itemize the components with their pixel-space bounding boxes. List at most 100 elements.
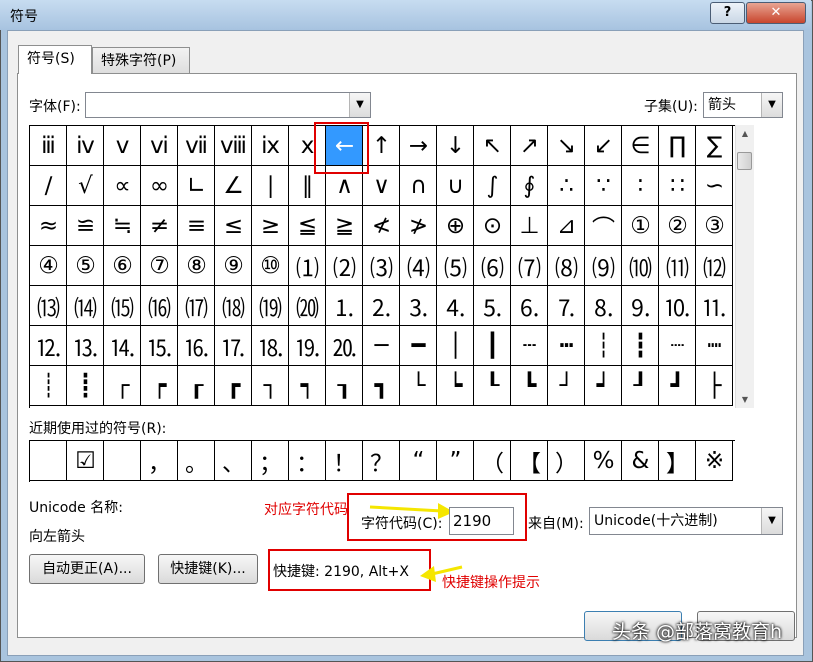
subset-select[interactable]: 箭头 ▼ xyxy=(703,92,783,118)
symbol-cell[interactable]: ⒊ xyxy=(400,286,437,326)
symbol-cell[interactable]: ┅ xyxy=(548,326,585,366)
symbol-cell[interactable]: ┃ xyxy=(474,326,511,366)
symbol-cell[interactable]: ⅳ xyxy=(67,126,104,166)
recent-symbol-cell[interactable]: “ xyxy=(400,441,437,481)
recent-symbol-cell[interactable] xyxy=(30,441,67,481)
recent-symbol-cell[interactable]: ； xyxy=(252,441,289,481)
symbol-cell[interactable]: ┕ xyxy=(437,366,474,406)
symbol-cell[interactable]: ┉ xyxy=(696,326,733,366)
symbol-cell[interactable]: ┇ xyxy=(622,326,659,366)
symbol-cell[interactable]: ┍ xyxy=(141,366,178,406)
symbol-cell[interactable]: ∷ xyxy=(659,166,696,206)
symbol-cell[interactable]: ⒄ xyxy=(178,286,215,326)
symbol-cell[interactable]: ∪ xyxy=(437,166,474,206)
symbol-cell[interactable]: ∽ xyxy=(696,166,733,206)
symbol-cell[interactable]: ∩ xyxy=(400,166,437,206)
tab-symbols[interactable]: 符号(S) xyxy=(18,45,92,74)
symbol-cell[interactable]: ∕ xyxy=(30,166,67,206)
symbol-cell[interactable]: ⑵ xyxy=(326,246,363,286)
symbol-cell[interactable]: ② xyxy=(659,206,696,246)
symbol-cell[interactable]: ⒓ xyxy=(30,326,67,366)
scroll-down-icon[interactable]: ▼ xyxy=(736,391,754,408)
close-button[interactable]: ✕ xyxy=(746,2,806,24)
symbol-cell[interactable]: ┄ xyxy=(511,326,548,366)
symbol-cell[interactable]: ⑴ xyxy=(289,246,326,286)
symbol-cell[interactable]: ≡ xyxy=(178,206,215,246)
symbol-cell[interactable]: ∞ xyxy=(141,166,178,206)
symbol-cell[interactable]: ⑽ xyxy=(622,246,659,286)
symbol-cell[interactable]: ⒅ xyxy=(215,286,252,326)
recent-symbol-cell[interactable]: ！ xyxy=(326,441,363,481)
symbol-cell[interactable]: ┗ xyxy=(511,366,548,406)
symbol-cell[interactable]: ∵ xyxy=(585,166,622,206)
recent-symbol-cell[interactable]: ： xyxy=(289,441,326,481)
symbol-cell[interactable]: ③ xyxy=(696,206,733,246)
symbol-cell[interactable]: ┒ xyxy=(326,366,363,406)
symbol-cell[interactable]: ↗ xyxy=(511,126,548,166)
from-select[interactable]: Unicode(十六进制) ▼ xyxy=(589,507,783,535)
symbol-cell[interactable]: ─ xyxy=(363,326,400,366)
symbol-cell[interactable]: ⒀ xyxy=(30,286,67,326)
symbol-cell[interactable]: ∴ xyxy=(548,166,585,206)
symbol-cell[interactable]: ⒔ xyxy=(67,326,104,366)
symbol-cell[interactable]: ⑷ xyxy=(400,246,437,286)
symbol-cell[interactable]: ⒚ xyxy=(289,326,326,366)
symbol-cell[interactable]: ⒌ xyxy=(474,286,511,326)
symbol-cell[interactable]: ┙ xyxy=(585,366,622,406)
symbol-cell[interactable]: ⒙ xyxy=(252,326,289,366)
symbol-cell[interactable]: ∈ xyxy=(622,126,659,166)
symbol-cell[interactable]: ↘ xyxy=(548,126,585,166)
recent-symbol-cell[interactable]: % xyxy=(585,441,622,481)
symbol-cell[interactable]: ⒖ xyxy=(141,326,178,366)
shortcut-key-button[interactable]: 快捷键(K)... xyxy=(158,554,258,584)
symbol-cell[interactable]: ━ xyxy=(400,326,437,366)
symbol-cell[interactable]: ∑ xyxy=(696,126,733,166)
symbol-cell[interactable]: ≈ xyxy=(30,206,67,246)
symbol-cell[interactable]: ≌ xyxy=(67,206,104,246)
recent-symbol-cell[interactable]: ☑ xyxy=(67,441,104,481)
symbol-cell[interactable]: ⑿ xyxy=(696,246,733,286)
symbol-cell[interactable]: ≯ xyxy=(400,206,437,246)
symbol-cell[interactable]: ⅲ xyxy=(30,126,67,166)
symbol-cell[interactable]: ┋ xyxy=(67,366,104,406)
symbol-cell[interactable]: ↓ xyxy=(437,126,474,166)
symbol-cell[interactable]: ⒎ xyxy=(548,286,585,326)
symbol-cell[interactable]: ≮ xyxy=(363,206,400,246)
symbol-cell[interactable]: ⑤ xyxy=(67,246,104,286)
symbol-cell[interactable]: ┛ xyxy=(659,366,696,406)
symbol-cell[interactable]: ∶ xyxy=(622,166,659,206)
recent-symbol-cell[interactable]: ， xyxy=(141,441,178,481)
recent-symbol-cell[interactable]: 【 xyxy=(511,441,548,481)
symbol-cell[interactable]: ⑺ xyxy=(511,246,548,286)
symbol-cell[interactable]: ┊ xyxy=(30,366,67,406)
help-button[interactable]: ? xyxy=(710,2,745,24)
symbol-cell[interactable]: ⒇ xyxy=(289,286,326,326)
chevron-down-icon[interactable]: ▼ xyxy=(761,508,782,534)
symbol-cell[interactable]: ┏ xyxy=(215,366,252,406)
symbol-cell[interactable]: ∟ xyxy=(178,166,215,206)
symbol-cell[interactable]: → xyxy=(400,126,437,166)
symbol-cell[interactable]: ⒗ xyxy=(178,326,215,366)
recent-symbol-cell[interactable]: （ xyxy=(474,441,511,481)
symbol-cell[interactable]: ⒃ xyxy=(141,286,178,326)
symbol-cell[interactable]: ⒐ xyxy=(622,286,659,326)
symbol-cell[interactable]: ⒑ xyxy=(659,286,696,326)
symbol-cell[interactable]: ④ xyxy=(30,246,67,286)
recent-symbol-cell[interactable]: ？ xyxy=(363,441,400,481)
symbol-cell[interactable]: ┐ xyxy=(252,366,289,406)
symbol-cell[interactable]: ⊿ xyxy=(548,206,585,246)
symbol-cell[interactable]: ∝ xyxy=(104,166,141,206)
symbol-cell[interactable]: √ xyxy=(67,166,104,206)
symbol-cell[interactable]: ⒍ xyxy=(511,286,548,326)
font-select[interactable]: ▼ xyxy=(85,92,371,118)
symbol-cell[interactable]: │ xyxy=(437,326,474,366)
symbol-cell[interactable]: ⑧ xyxy=(178,246,215,286)
symbol-cell[interactable]: ⒉ xyxy=(363,286,400,326)
symbol-cell[interactable]: ⑦ xyxy=(141,246,178,286)
symbol-cell[interactable]: ⒒ xyxy=(696,286,733,326)
symbol-cell[interactable]: ⑸ xyxy=(437,246,474,286)
symbol-cell[interactable]: ⑹ xyxy=(474,246,511,286)
scroll-thumb[interactable] xyxy=(737,152,752,170)
symbol-cell[interactable]: └ xyxy=(400,366,437,406)
scroll-up-icon[interactable]: ▲ xyxy=(736,125,754,142)
